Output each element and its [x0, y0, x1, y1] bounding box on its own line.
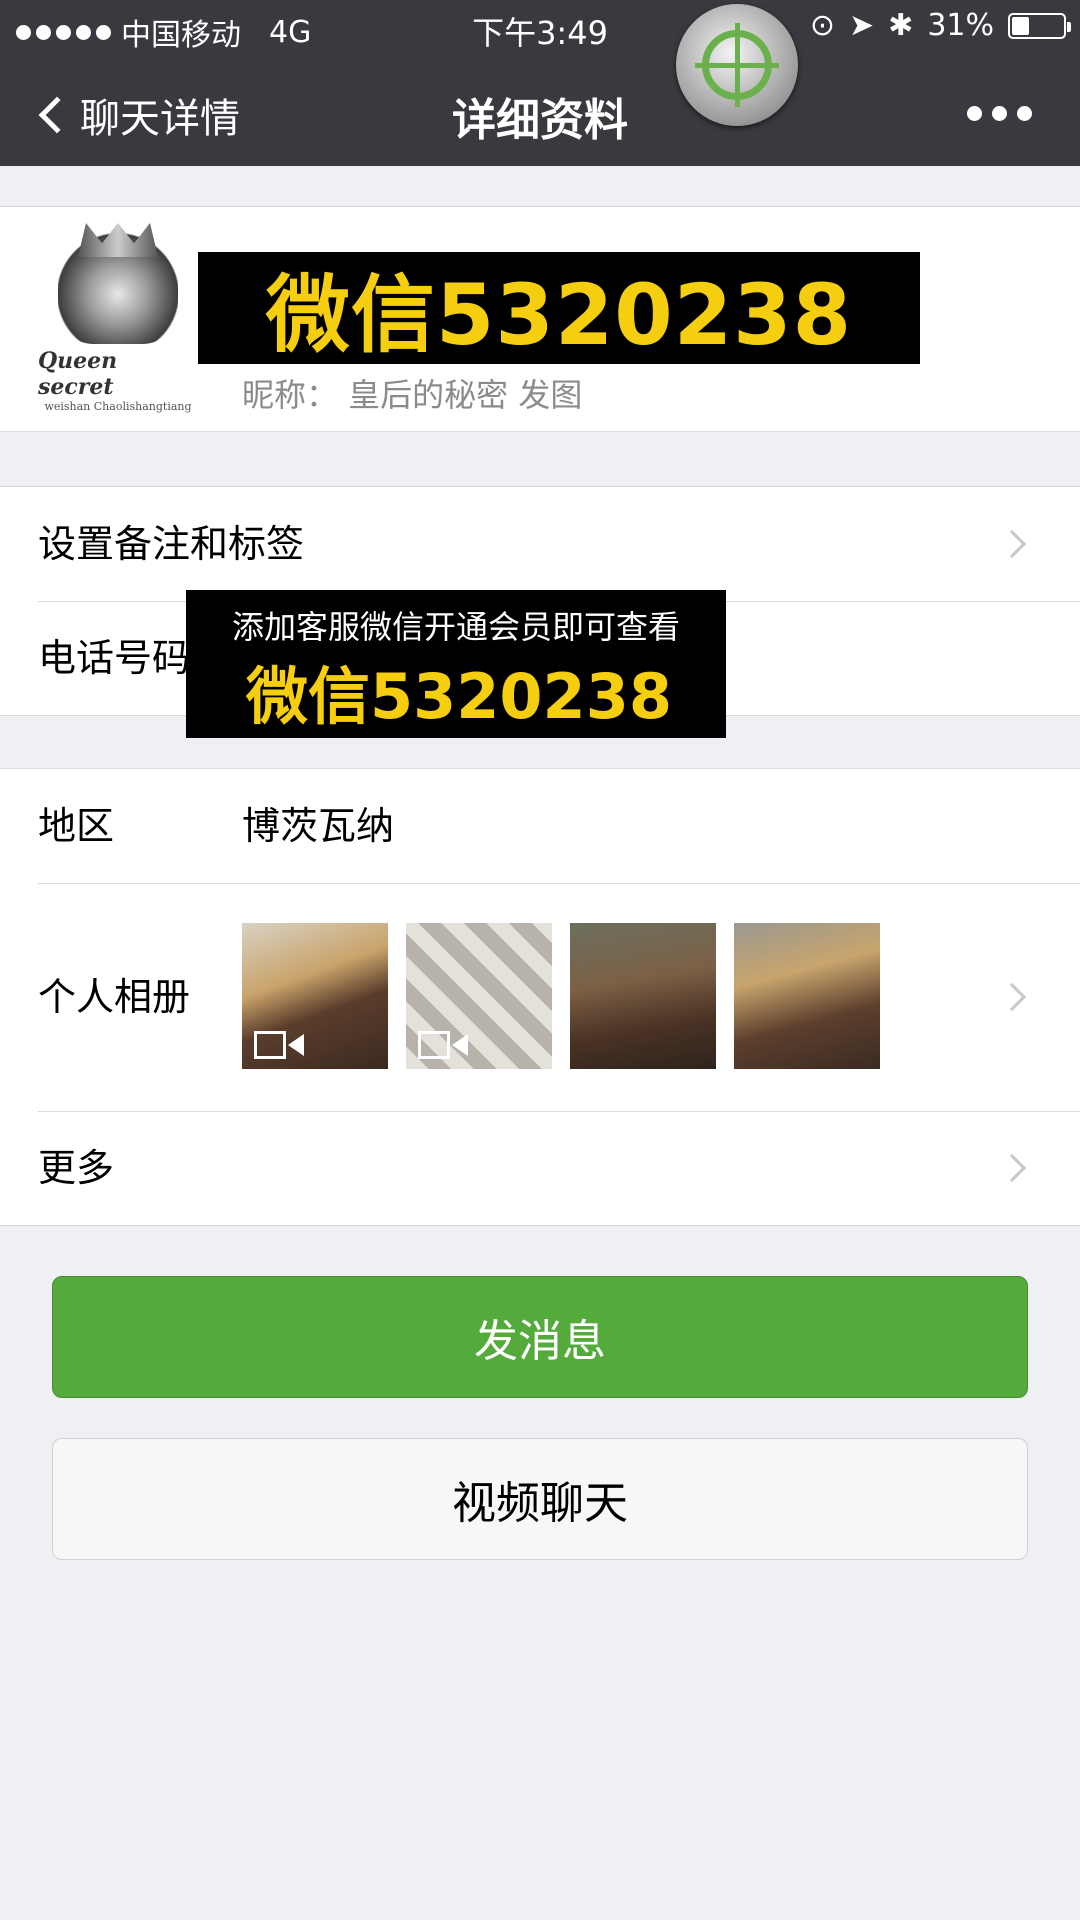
region-value: 博茨瓦纳	[242, 804, 395, 848]
helm-wheel-icon	[695, 23, 779, 107]
region-label: 地区	[38, 804, 115, 848]
album-thumbnail[interactable]	[242, 923, 388, 1069]
album-thumbnails	[242, 923, 880, 1069]
remark-label: 设置备注和标签	[38, 522, 305, 566]
membership-ad-wechat: 微信5320238	[246, 660, 672, 733]
top-bar: 中国移动 4G 下午3:49 ⊙ ➤ ✱ 31% 聊天详情 详细资料	[0, 0, 1080, 166]
album-label: 个人相册	[38, 975, 191, 1019]
video-chat-button[interactable]: 视频聊天	[52, 1438, 1028, 1560]
more-label: 更多	[38, 1146, 115, 1190]
membership-ad-banner: 添加客服微信开通会员即可查看 微信5320238	[186, 590, 726, 738]
more-options-icon[interactable]	[967, 106, 1032, 121]
album-thumbnail[interactable]	[734, 923, 880, 1069]
phone-label: 电话号码	[38, 636, 191, 680]
location-icon: ➤	[849, 8, 875, 43]
avatar-brand-text: Queen secret	[38, 348, 118, 400]
floating-helm-button[interactable]	[676, 4, 798, 126]
more-row[interactable]: 更多	[0, 1111, 1080, 1225]
remark-and-tags-row[interactable]: 设置备注和标签	[0, 487, 1080, 601]
send-message-button[interactable]: 发消息	[52, 1276, 1028, 1398]
chevron-right-icon	[997, 529, 1027, 559]
avatar-tagline: weishan Chaolishangtiang	[44, 400, 192, 413]
video-camera-icon	[418, 1031, 470, 1059]
avatar[interactable]: Queen secret weishan Chaolishangtiang	[38, 233, 198, 413]
profile-info-group: 地区 博茨瓦纳 个人相册 更多	[0, 768, 1080, 1226]
nickname: 昵称： 皇后的秘密 发图	[242, 376, 583, 414]
crown-skull-logo-icon	[58, 233, 178, 344]
wechat-id-banner: 微信5320238	[198, 252, 920, 364]
battery-percent: 31%	[927, 8, 994, 43]
status-bar: 中国移动 4G 下午3:49 ⊙ ➤ ✱ 31%	[0, 0, 1080, 56]
page-title: 详细资料	[452, 95, 628, 146]
region-row: 地区 博茨瓦纳	[0, 769, 1080, 883]
chevron-right-icon	[997, 1153, 1027, 1183]
video-camera-icon	[254, 1031, 306, 1059]
bluetooth-icon: ✱	[888, 8, 914, 43]
nav-bar: 聊天详情 详细资料	[0, 56, 1080, 166]
rotation-lock-icon: ⊙	[809, 8, 836, 43]
battery-fill	[1012, 16, 1029, 35]
status-right: ⊙ ➤ ✱ 31%	[809, 8, 1071, 43]
membership-ad-text: 添加客服微信开通会员即可查看	[231, 608, 680, 646]
album-thumbnail[interactable]	[406, 923, 552, 1069]
battery-icon	[1008, 12, 1071, 39]
album-thumbnail[interactable]	[570, 923, 716, 1069]
personal-album-row[interactable]: 个人相册	[0, 883, 1080, 1111]
chevron-right-icon	[997, 982, 1027, 1012]
